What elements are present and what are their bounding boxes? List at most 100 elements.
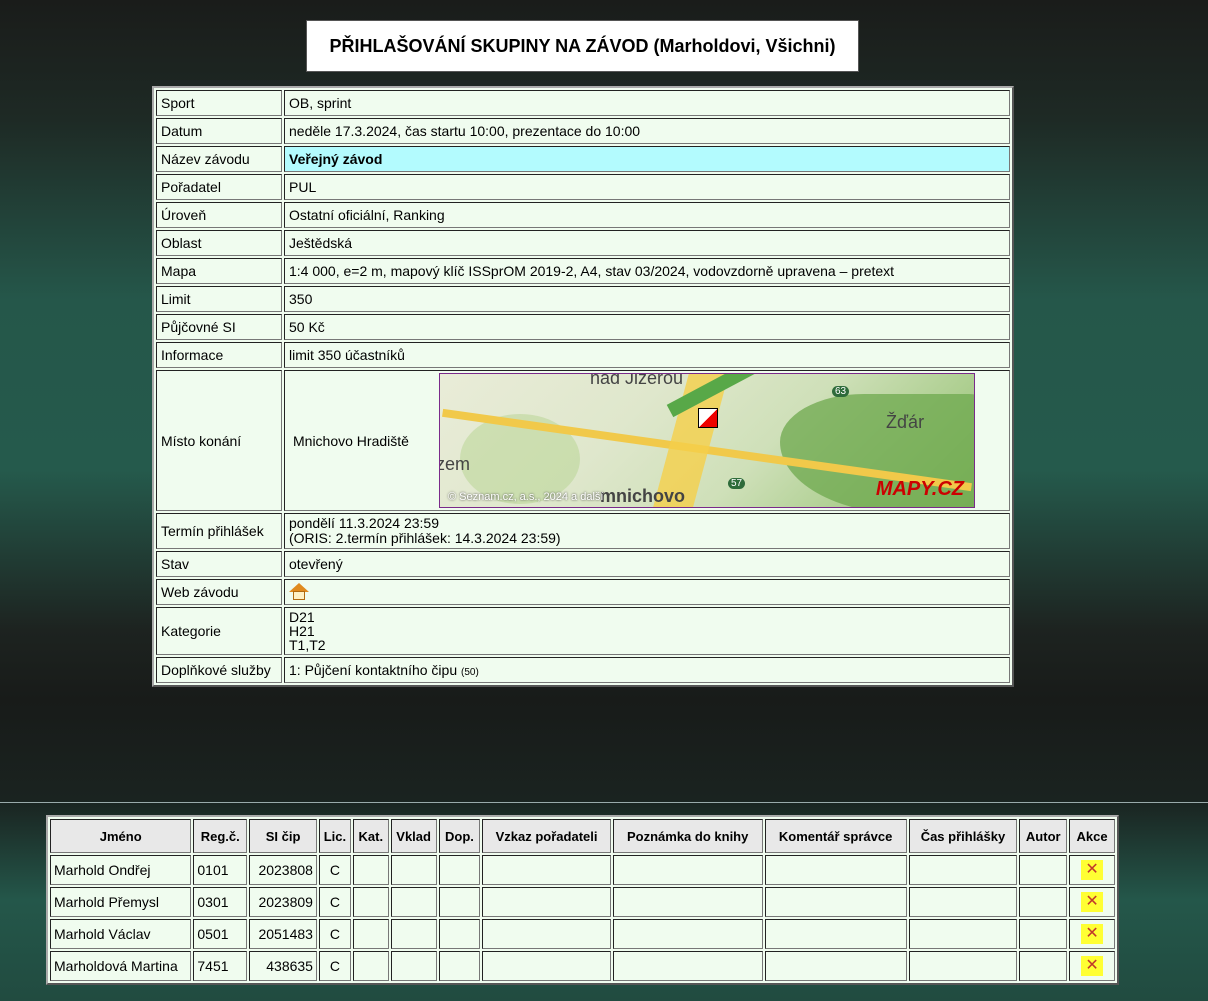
delete-icon[interactable]: ✕ (1081, 860, 1104, 880)
table-row: Marhold Přemysl 0301 2023809 C ✕ (50, 887, 1115, 917)
cell-lic: C (318, 887, 351, 917)
info-row-sport: Sport OB, sprint (156, 90, 1010, 116)
cell-si: 2023809 (249, 887, 317, 917)
info-label: Web závodu (156, 579, 282, 605)
service-price: (50) (461, 667, 479, 678)
cell-empty (438, 951, 481, 981)
cell-empty (612, 951, 763, 981)
cell-action: ✕ (1069, 855, 1115, 885)
info-label: Kategorie (156, 607, 282, 655)
info-value: D21 H21 T1,T2 (284, 607, 1010, 655)
info-label: Úroveň (156, 202, 282, 228)
info-row-mapa: Mapa 1:4 000, e=2 m, mapový klíč ISSprOM… (156, 258, 1010, 284)
info-row-oblast: Oblast Ještědská (156, 230, 1010, 256)
column-header: Vzkaz pořadateli (482, 819, 611, 853)
road-number: 63 (832, 386, 850, 397)
cell-action: ✕ (1069, 887, 1115, 917)
table-row: Marhold Ondřej 0101 2023808 C ✕ (50, 855, 1115, 885)
delete-icon[interactable]: ✕ (1081, 956, 1104, 976)
info-label: Místo konání (156, 370, 282, 511)
cell-empty (390, 887, 437, 917)
cell-reg: 0101 (193, 855, 248, 885)
map-label: Žďár (886, 412, 925, 432)
column-header: Reg.č. (193, 819, 248, 853)
cell-empty (482, 855, 611, 885)
cell-empty (1019, 919, 1068, 949)
cell-empty (908, 951, 1018, 981)
delete-icon[interactable]: ✕ (1081, 892, 1104, 912)
info-value: Veřejný závod (284, 146, 1010, 172)
category-item: D21 (289, 609, 315, 625)
info-value: 50 Kč (284, 314, 1010, 340)
column-header: Akce (1069, 819, 1115, 853)
map-label: nad Jizerou (590, 373, 684, 388)
cell-empty (1019, 855, 1068, 885)
info-value: PUL (284, 174, 1010, 200)
home-icon[interactable] (289, 583, 309, 601)
cell-empty (908, 887, 1018, 917)
cell-empty (352, 855, 389, 885)
cell-reg: 0301 (193, 887, 248, 917)
info-value: 1:4 000, e=2 m, mapový klíč ISSprOM 2019… (284, 258, 1010, 284)
info-label: Oblast (156, 230, 282, 256)
cell-name: Marhold Ondřej (50, 855, 192, 885)
table-header-row: Jméno Reg.č. SI čip Lic. Kat. Vklad Dop.… (50, 819, 1115, 853)
info-row-termin: Termín přihlášek pondělí 11.3.2024 23:59… (156, 513, 1010, 549)
map-copyright: © Seznam.cz, a.s., 2024 a další (448, 491, 604, 503)
column-header: Vklad (390, 819, 437, 853)
info-value: pondělí 11.3.2024 23:59 (ORIS: 2.termín … (284, 513, 1010, 549)
info-row-misto: Místo konání Mnichovo Hradiště nad Jizer… (156, 370, 1010, 511)
info-label: Mapa (156, 258, 282, 284)
cell-empty (352, 887, 389, 917)
cell-lic: C (318, 855, 351, 885)
column-header: Dop. (438, 819, 481, 853)
page-title: PŘIHLAŠOVÁNÍ SKUPINY NA ZÁVOD (Marholdov… (306, 20, 859, 72)
info-value: 350 (284, 286, 1010, 312)
race-location-marker-icon (698, 408, 718, 428)
cell-empty (764, 887, 907, 917)
column-header: Čas přihlášky (908, 819, 1018, 853)
cell-lic: C (318, 951, 351, 981)
column-header: Poznámka do knihy (612, 819, 763, 853)
info-label: Název závodu (156, 146, 282, 172)
cell-empty (352, 919, 389, 949)
registration-table: Jméno Reg.č. SI čip Lic. Kat. Vklad Dop.… (46, 815, 1119, 985)
info-row-informace: Informace limit 350 účastníků (156, 342, 1010, 368)
info-row-poradatel: Pořadatel PUL (156, 174, 1010, 200)
column-header: SI čip (249, 819, 317, 853)
cell-name: Marholdová Martina (50, 951, 192, 981)
cell-empty (482, 887, 611, 917)
cell-empty (764, 951, 907, 981)
mapy-cz-logo: MAPY.CZ (875, 478, 964, 500)
info-value: otevřený (284, 551, 1010, 577)
cell-reg: 0501 (193, 919, 248, 949)
delete-icon[interactable]: ✕ (1081, 924, 1104, 944)
map-label: zem (439, 454, 471, 474)
cell-empty (1019, 951, 1068, 981)
table-row: Marholdová Martina 7451 438635 C ✕ (50, 951, 1115, 981)
cell-empty (438, 855, 481, 885)
cell-empty (390, 855, 437, 885)
info-value: 1: Půjčení kontaktního čipu (50) (284, 657, 1010, 683)
info-value: neděle 17.3.2024, čas startu 10:00, prez… (284, 118, 1010, 144)
venue-map[interactable]: nad Jizerou zem Žďár mnichovo 63 57 © Se… (439, 373, 975, 508)
cell-empty (764, 855, 907, 885)
info-label: Stav (156, 551, 282, 577)
info-label: Datum (156, 118, 282, 144)
cell-empty (612, 919, 763, 949)
info-value: OB, sprint (284, 90, 1010, 116)
info-row-si: Půjčovné SI 50 Kč (156, 314, 1010, 340)
info-value: Ostatní oficiální, Ranking (284, 202, 1010, 228)
cell-empty (352, 951, 389, 981)
info-row-web: Web závodu (156, 579, 1010, 605)
cell-action: ✕ (1069, 951, 1115, 981)
cell-si: 2051483 (249, 919, 317, 949)
column-header: Kat. (352, 819, 389, 853)
cell-lic: C (318, 919, 351, 949)
column-header: Autor (1019, 819, 1068, 853)
column-header: Lic. (318, 819, 351, 853)
cell-empty (390, 919, 437, 949)
deadline-oris: (ORIS: 2.termín přihlášek: 14.3.2024 23:… (289, 530, 561, 546)
cell-empty (390, 951, 437, 981)
info-label: Informace (156, 342, 282, 368)
